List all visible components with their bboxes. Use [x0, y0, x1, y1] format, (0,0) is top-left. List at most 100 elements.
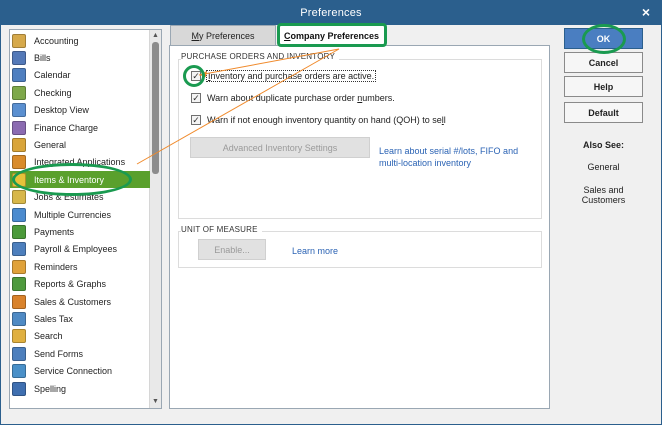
sidebar-item-label: Reminders	[34, 261, 78, 272]
company-preferences-panel: PURCHASE ORDERS AND INVENTORY ✓ Inventor…	[169, 45, 550, 409]
tab-my-label: y Preferences	[198, 30, 255, 41]
calendar-icon	[12, 68, 26, 83]
warn-qoh-checkbox[interactable]: ✓ Warn if not enough inventory quantity …	[191, 115, 446, 125]
unit-of-measure-heading: UNIT OF MEASURE	[181, 225, 262, 234]
sidebar-item[interactable]: Jobs & Estimates	[10, 189, 150, 206]
sidebar-item-label: Send Forms	[34, 348, 84, 359]
title-bar: Preferences ×	[1, 1, 661, 25]
items-inventory-icon	[12, 172, 26, 187]
checkbox-checked-icon[interactable]: ✓	[191, 115, 201, 125]
help-button[interactable]: Help	[564, 76, 643, 97]
sidebar-item[interactable]: Payments	[10, 223, 150, 240]
scroll-thumb[interactable]	[152, 42, 159, 174]
sidebar-item[interactable]: Bills	[10, 49, 150, 66]
search-icon	[12, 329, 26, 344]
sidebar-item-label: Reports & Graphs	[34, 279, 107, 290]
also-see-heading: Also See:	[582, 140, 624, 150]
advanced-inventory-settings-button[interactable]: Advanced Inventory Settings	[190, 137, 370, 158]
sidebar-scrollbar[interactable]: ▲ ▼	[149, 30, 161, 408]
finance-charge-icon	[12, 120, 26, 135]
sidebar-item-label: Payments	[34, 226, 75, 237]
also-see-general-link[interactable]: General	[564, 162, 643, 172]
tab-company-label: ompany Preferences	[290, 30, 380, 41]
warn-duplicate-po-label: Warn about duplicate purchase order numb…	[207, 93, 395, 103]
ok-button[interactable]: OK	[564, 28, 643, 49]
reminders-icon	[12, 259, 26, 274]
sidebar-item-label: Sales Tax	[34, 313, 73, 324]
default-button[interactable]: Default	[564, 102, 643, 123]
sidebar-item[interactable]: Service Connection	[10, 363, 150, 380]
checking-icon	[12, 85, 26, 100]
sidebar-item-label: Search	[34, 331, 63, 342]
scroll-down-icon[interactable]: ▼	[150, 396, 161, 408]
sidebar-item[interactable]: General	[10, 136, 150, 153]
scroll-up-icon[interactable]: ▲	[150, 30, 161, 42]
service-connection-icon	[12, 364, 26, 379]
sidebar-item[interactable]: Send Forms	[10, 345, 150, 362]
reports-graphs-icon	[12, 277, 26, 292]
sidebar-item-label: Integrated Applications	[34, 157, 126, 168]
sidebar-item-label: General	[34, 139, 67, 150]
checkbox-checked-icon[interactable]: ✓	[191, 71, 201, 81]
integrated-apps-icon	[12, 155, 26, 170]
tab-company-preferences[interactable]: Company Preferences	[278, 25, 385, 45]
uom-learn-more-link[interactable]: Learn more	[292, 245, 338, 257]
desktop-view-icon	[12, 103, 26, 118]
sidebar-item-label: Bills	[34, 52, 51, 63]
sidebar-item[interactable]: Desktop View	[10, 102, 150, 119]
multiple-currencies-icon	[12, 207, 26, 222]
warn-qoh-label: Warn if not enough inventory quantity on…	[207, 115, 446, 125]
sidebar-item-label: Jobs & Estimates	[34, 192, 104, 203]
warn-duplicate-po-checkbox[interactable]: ✓ Warn about duplicate purchase order nu…	[191, 93, 395, 103]
sidebar-item[interactable]: Integrated Applications	[10, 154, 150, 171]
sidebar-item-label: Spelling	[34, 383, 67, 394]
spelling-icon	[12, 381, 26, 396]
sales-tax-icon	[12, 311, 26, 326]
sidebar-item[interactable]: Sales Tax	[10, 310, 150, 327]
sidebar-item-label: Items & Inventory	[34, 174, 105, 185]
sidebar-item[interactable]: Payroll & Employees	[10, 241, 150, 258]
sidebar-item[interactable]: Spelling	[10, 380, 150, 397]
sidebar-item-label: Checking	[34, 87, 72, 98]
sidebar-item[interactable]: Items & Inventory	[10, 171, 150, 189]
also-see-sales-customers-link[interactable]: Sales and Customers	[564, 185, 643, 205]
sidebar-item[interactable]: Search	[10, 328, 150, 345]
preferences-window: Preferences × ▲ ▼ Accounting Bills Calenda…	[0, 0, 662, 425]
sidebar-item[interactable]: Calendar	[10, 67, 150, 84]
sidebar-item-label: Payroll & Employees	[34, 244, 118, 255]
payments-icon	[12, 224, 26, 239]
sidebar-item-label: Calendar	[34, 70, 71, 81]
sidebar-item[interactable]: Checking	[10, 84, 150, 101]
window-title: Preferences	[300, 7, 362, 19]
general-icon	[12, 137, 26, 152]
enable-uom-button[interactable]: Enable...	[198, 239, 266, 260]
sidebar-item-label: Accounting	[34, 35, 79, 46]
payroll-employees-icon	[12, 242, 26, 257]
close-icon[interactable]: ×	[639, 4, 653, 20]
sidebar-item[interactable]: Accounting	[10, 32, 150, 49]
sidebar-item-label: Desktop View	[34, 105, 89, 116]
bills-icon	[12, 50, 26, 65]
learn-serial-lots-link[interactable]: Learn about serial #/lots, FIFO and mult…	[379, 145, 539, 169]
inventory-active-checkbox[interactable]: ✓ Inventory and purchase orders are acti…	[191, 70, 377, 82]
sidebar-item[interactable]: Reminders	[10, 258, 150, 275]
inventory-active-label: Inventory and purchase orders are active…	[205, 70, 377, 82]
tab-my-mnemonic: M	[191, 30, 199, 41]
tab-my-preferences[interactable]: My Preferences	[170, 25, 276, 45]
send-forms-icon	[12, 346, 26, 361]
checkbox-checked-icon[interactable]: ✓	[191, 93, 201, 103]
sidebar-item[interactable]: Reports & Graphs	[10, 276, 150, 293]
purchase-orders-heading: PURCHASE ORDERS AND INVENTORY	[181, 52, 339, 61]
sidebar-item[interactable]: Finance Charge	[10, 119, 150, 136]
sidebar-item[interactable]: Multiple Currencies	[10, 206, 150, 223]
preferences-category-list[interactable]: ▲ ▼ Accounting Bills Calendar Checking Deskt…	[9, 29, 162, 409]
cancel-button[interactable]: Cancel	[564, 52, 643, 73]
accounting-icon	[12, 33, 26, 48]
sidebar-item[interactable]: Sales & Customers	[10, 293, 150, 310]
sidebar-item-label: Multiple Currencies	[34, 209, 112, 220]
jobs-estimates-icon	[12, 190, 26, 205]
sidebar-item-label: Sales & Customers	[34, 296, 112, 307]
sidebar-item-label: Finance Charge	[34, 122, 99, 133]
sidebar-item-label: Service Connection	[34, 366, 113, 377]
sales-customers-icon	[12, 294, 26, 309]
